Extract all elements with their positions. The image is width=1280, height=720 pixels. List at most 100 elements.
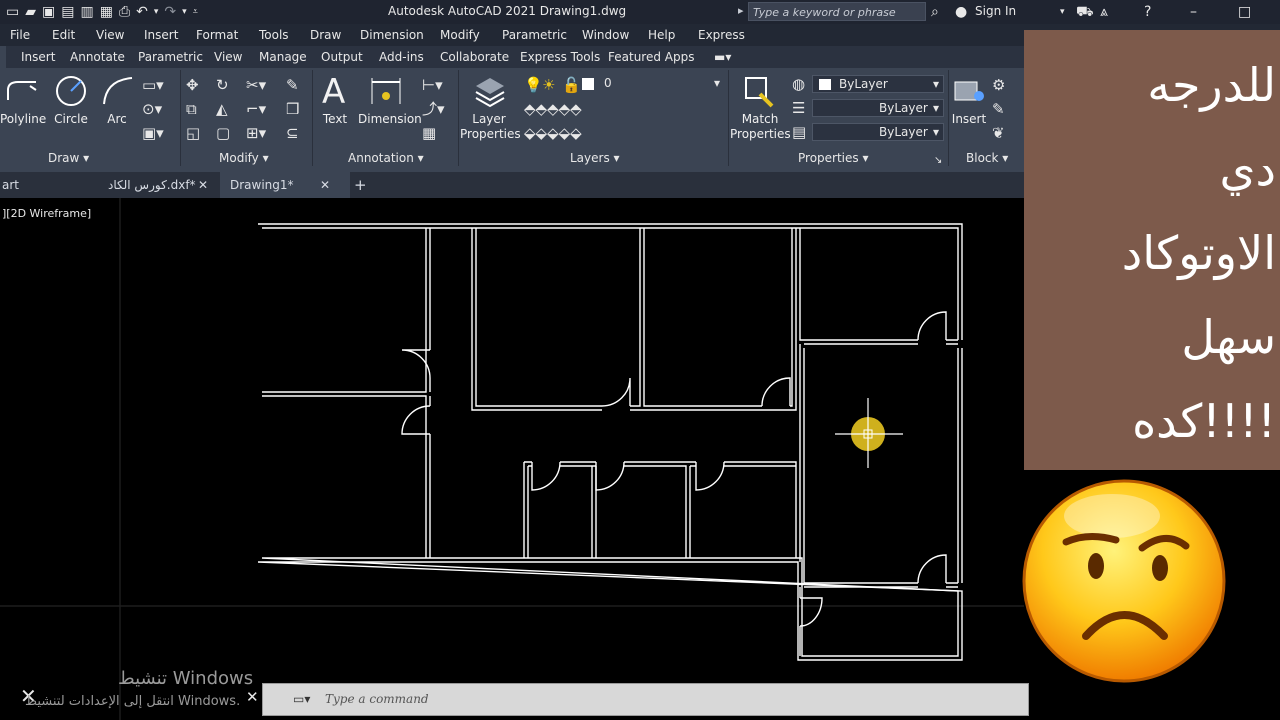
- sign-in-link[interactable]: Sign In: [975, 4, 1016, 18]
- tab-insert[interactable]: Insert: [21, 50, 55, 64]
- tab-course-dxf[interactable]: كورس الكاد.dxf* ✕: [100, 172, 226, 198]
- layer-freeze-icon[interactable]: ⬙⬙⬙⬙⬙: [524, 125, 582, 141]
- properties-panel-label[interactable]: Properties ▾: [798, 151, 869, 165]
- cmd-close-icon[interactable]: ✕: [246, 688, 259, 706]
- trim-icon[interactable]: ✂▾: [246, 77, 266, 93]
- layer-unlock-icon[interactable]: 🔓: [562, 77, 581, 93]
- menu-express[interactable]: Express: [698, 28, 745, 42]
- color-wheel-icon[interactable]: ◍: [792, 76, 805, 92]
- command-input[interactable]: Type a command: [325, 692, 429, 706]
- polyline-icon[interactable]: [4, 76, 40, 106]
- menu-view[interactable]: View: [96, 28, 124, 42]
- customize-qa-icon[interactable]: ⩡: [193, 2, 198, 22]
- edit-block-icon[interactable]: ✎: [992, 101, 1005, 117]
- sign-in-dropdown-icon[interactable]: ▾: [1060, 2, 1065, 22]
- insert-block-icon[interactable]: [952, 76, 986, 106]
- undo-icon[interactable]: ↶: [136, 2, 148, 22]
- redo-icon[interactable]: ↷: [164, 2, 176, 22]
- save-icon[interactable]: ▣: [42, 2, 55, 22]
- redo-dropdown-icon[interactable]: ▾: [182, 2, 187, 22]
- match-properties-icon[interactable]: [742, 74, 776, 108]
- menu-modify[interactable]: Modify: [440, 28, 480, 42]
- leader-icon[interactable]: ⤴▾: [422, 101, 445, 117]
- ribbon-toggle-icon[interactable]: ▬▾: [714, 50, 731, 64]
- menu-tools[interactable]: Tools: [259, 28, 289, 42]
- layer-dropdown[interactable]: 0 ▾: [598, 75, 724, 93]
- panel-launcher-icon[interactable]: ↘: [934, 153, 942, 169]
- layers-panel-label[interactable]: Layers ▾: [570, 151, 620, 165]
- search-expand-icon[interactable]: ▸: [738, 4, 744, 17]
- search-icon[interactable]: ⌕: [931, 2, 939, 22]
- linetype-dropdown[interactable]: ByLayer ▾: [812, 123, 944, 141]
- tab-output[interactable]: Output: [321, 50, 363, 64]
- move-icon[interactable]: ✥: [186, 77, 199, 93]
- command-prompt-icon[interactable]: ▭▾: [293, 692, 310, 706]
- web-open-icon[interactable]: ▥: [80, 2, 93, 22]
- rectangle-icon[interactable]: ▭▾: [142, 77, 164, 93]
- menu-help[interactable]: Help: [648, 28, 675, 42]
- arc-button-label[interactable]: Arc: [100, 112, 134, 126]
- web-save-icon[interactable]: ▦: [100, 2, 113, 22]
- tab-add-ins[interactable]: Add-ins: [379, 50, 424, 64]
- offset-icon[interactable]: ⊆: [286, 125, 299, 141]
- print-icon[interactable]: ⎙: [119, 2, 130, 22]
- erase-icon[interactable]: ✎: [286, 77, 299, 93]
- fillet-icon[interactable]: ⌐▾: [246, 101, 266, 117]
- open-folder-icon[interactable]: ▰: [25, 2, 36, 22]
- tab-view[interactable]: View: [214, 50, 242, 64]
- draw-panel-label[interactable]: Draw ▾: [48, 151, 89, 165]
- text-button-label[interactable]: Text: [318, 112, 352, 126]
- user-icon[interactable]: ●: [955, 2, 967, 22]
- tab-collaborate[interactable]: Collaborate: [440, 50, 509, 64]
- array-icon[interactable]: ⊞▾: [246, 125, 266, 141]
- close-icon[interactable]: ✕: [320, 172, 330, 198]
- color-dropdown[interactable]: ByLayer ▾: [812, 75, 944, 93]
- linetype-icon[interactable]: ▤: [792, 124, 806, 140]
- help-icon[interactable]: ?: [1144, 2, 1151, 22]
- polyline-button-label[interactable]: Polyline: [0, 112, 46, 126]
- mirror-icon[interactable]: ◭: [216, 101, 228, 117]
- rotate-icon[interactable]: ↻: [216, 77, 229, 93]
- close-icon[interactable]: ✕: [198, 172, 208, 198]
- minimize-icon[interactable]: –: [1190, 2, 1197, 22]
- tab-home[interactable]: [0, 46, 6, 68]
- region-icon[interactable]: ▣▾: [142, 125, 164, 141]
- layer-thaw-icon[interactable]: ☀: [542, 77, 555, 93]
- circle-button-label[interactable]: Circle: [52, 112, 90, 126]
- cart-icon[interactable]: ⛟: [1076, 2, 1094, 22]
- block-panel-label[interactable]: Block ▾: [966, 151, 1008, 165]
- menu-window[interactable]: Window: [582, 28, 629, 42]
- insert-button-label[interactable]: Insert: [950, 112, 988, 126]
- layer-on-icon[interactable]: 💡: [524, 77, 543, 93]
- new-tab-plus-icon[interactable]: +: [354, 172, 367, 198]
- new-file-icon[interactable]: ▭: [6, 2, 19, 22]
- explode-icon[interactable]: ❒: [286, 101, 299, 117]
- create-block-icon[interactable]: ⚙: [992, 77, 1005, 93]
- stretch-icon[interactable]: ◱: [186, 125, 200, 141]
- dimension-icon[interactable]: [368, 74, 404, 108]
- menu-parametric[interactable]: Parametric: [502, 28, 567, 42]
- layer-properties-label-1[interactable]: Layer: [460, 112, 518, 126]
- layer-isolate-icon[interactable]: ⬘⬘⬘⬘⬘: [524, 101, 582, 117]
- layer-properties-label-2[interactable]: Properties: [460, 127, 521, 141]
- save-as-icon[interactable]: ▤: [61, 2, 74, 22]
- undo-dropdown-icon[interactable]: ▾: [154, 2, 159, 22]
- annotation-panel-label[interactable]: Annotation ▾: [348, 151, 424, 165]
- circle-icon[interactable]: [54, 74, 88, 108]
- tab-annotate[interactable]: Annotate: [70, 50, 125, 64]
- tab-start[interactable]: art: [0, 172, 100, 198]
- lineweight-icon[interactable]: ☰: [792, 100, 805, 116]
- block-attributes-icon[interactable]: ❦: [992, 125, 1005, 141]
- dimension-button-label[interactable]: Dimension: [358, 112, 422, 126]
- text-icon[interactable]: A: [322, 72, 345, 112]
- menu-edit[interactable]: Edit: [52, 28, 75, 42]
- match-properties-label-1[interactable]: Match: [730, 112, 790, 126]
- menu-dimension[interactable]: Dimension: [360, 28, 424, 42]
- hatch-icon[interactable]: ⊙▾: [142, 101, 162, 117]
- match-properties-label-2[interactable]: Properties: [730, 127, 791, 141]
- autodesk-a360-icon[interactable]: ⩓: [1100, 2, 1108, 22]
- copy-icon[interactable]: ⧉: [186, 101, 197, 117]
- menu-file[interactable]: File: [10, 28, 30, 42]
- tab-drawing1[interactable]: Drawing1* ✕: [220, 172, 350, 198]
- modify-panel-label[interactable]: Modify ▾: [219, 151, 269, 165]
